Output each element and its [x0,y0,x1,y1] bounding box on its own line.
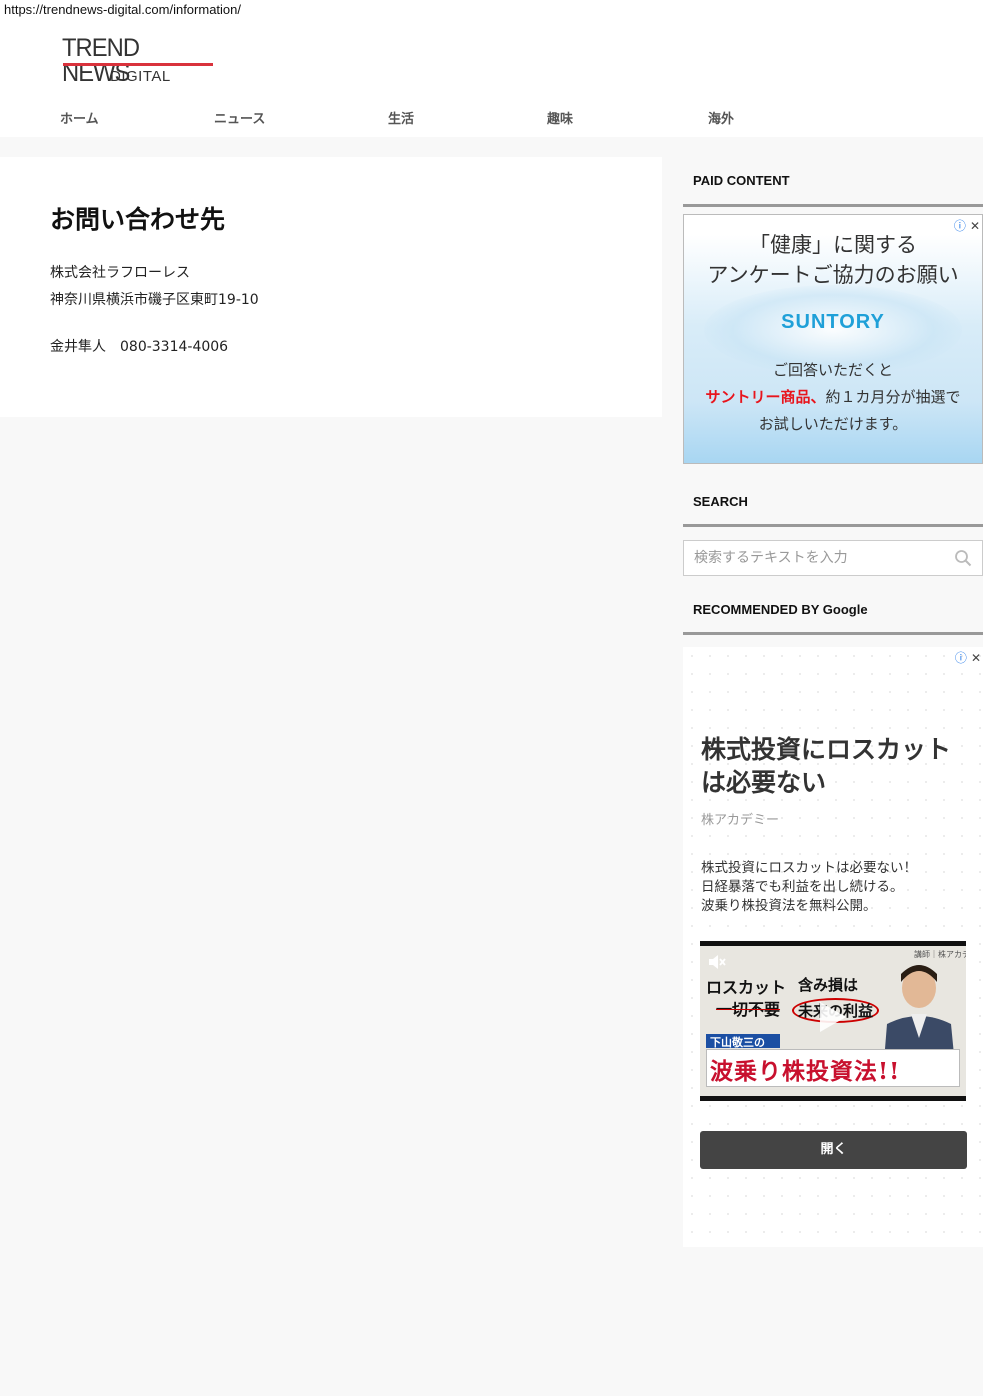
page-title: お問い合わせ先 [50,205,226,234]
ad1-line1: 「健康」に関する [749,233,917,257]
nav-item-home[interactable]: ホーム [60,108,99,127]
logo-underline [63,63,213,66]
ad1-line3: ご回答いただくと [772,361,893,379]
ad1-line4-red: サントリー商品、 [705,388,826,406]
ad-close-icon-2[interactable]: ✕ [971,651,981,665]
video-text-1: ロスカット [706,978,787,997]
site-logo[interactable]: TREND NEWS DIGITAL [62,36,214,86]
ad1-line2: アンケートご協力のお願い [707,263,959,287]
mute-icon[interactable] [708,954,726,970]
ad2-body-line3: 波乗り株投資法を無料公開。 [701,898,877,914]
nav-item-overseas[interactable]: 海外 [708,108,734,127]
search-heading: SEARCH [693,494,748,509]
ad2-video[interactable]: 講師｜株アカデミー ロスカット 一切不要 含み損は 未来の利益 下山敬三の 波乗… [700,941,966,1101]
ad2-advertiser: 株アカデミー [701,813,780,828]
paid-content-heading: PAID CONTENT [693,173,790,188]
company-name: 株式会社ラフローレス [50,265,190,281]
ad2-body-line1: 株式投資にロスカットは必要ない！ [701,860,917,876]
nav-item-life[interactable]: 生活 [388,108,414,127]
search-box [683,540,983,576]
logo-text-bottom: DIGITAL [110,68,171,85]
ad2-body: 株式投資にロスカットは必要ない！ 日経暴落でも利益を出し続ける。 波乗り株投資法… [701,859,917,916]
stock-ad[interactable]: ⓘ ✕ 株式投資にロスカットは必要ない 株アカデミー 株式投資にロスカットは必要な… [683,647,983,1247]
nav-item-hobby[interactable]: 趣味 [547,108,573,127]
adchoices-icon-2[interactable]: ⓘ ✕ [955,649,981,666]
ad2-headline[interactable]: 株式投資にロスカットは必要ない [701,733,971,799]
ad1-line4: サントリー商品、約１カ月分が抽選で [684,386,982,407]
search-input[interactable] [684,541,944,575]
suntory-ad[interactable]: ⓘ ✕ 「健康」に関する アンケートご協力のお願い SUNTORY ご回答いただく… [683,214,983,464]
video-text-6: 波乗り株投資法!! [710,1058,901,1085]
url-text: https://trendnews-digital.com/informatio… [4,2,241,17]
video-text-3: 含み損は [798,976,859,994]
video-text-5: 下山敬三の [710,1036,765,1049]
company-address: 神奈川県横浜市磯子区東町19-10 [50,292,259,308]
content-card [0,157,662,417]
video-text-2: 一切不要 [716,1000,781,1019]
search-icon[interactable] [954,549,972,567]
search-rule [683,524,983,527]
nav-item-news[interactable]: ニュース [214,108,265,127]
open-button[interactable]: 開く [700,1131,967,1169]
recommended-rule [683,632,983,635]
ad1-line5: お試しいただけます。 [758,415,908,433]
recommended-heading: RECOMMENDED BY Google [693,602,868,617]
ad1-brand: SUNTORY [781,311,885,333]
ad2-body-line2: 日経暴落でも利益を出し続ける。 [701,879,904,895]
paid-content-rule [683,204,983,207]
ad1-line4-rest: 約１カ月分が抽選で [825,388,961,406]
play-icon[interactable] [818,1000,848,1034]
contact-line: 金井隼人 080-3314-4006 [50,339,229,355]
site-header: TREND NEWS DIGITAL ホーム ニュース 生活 趣味 海外 [0,0,983,137]
